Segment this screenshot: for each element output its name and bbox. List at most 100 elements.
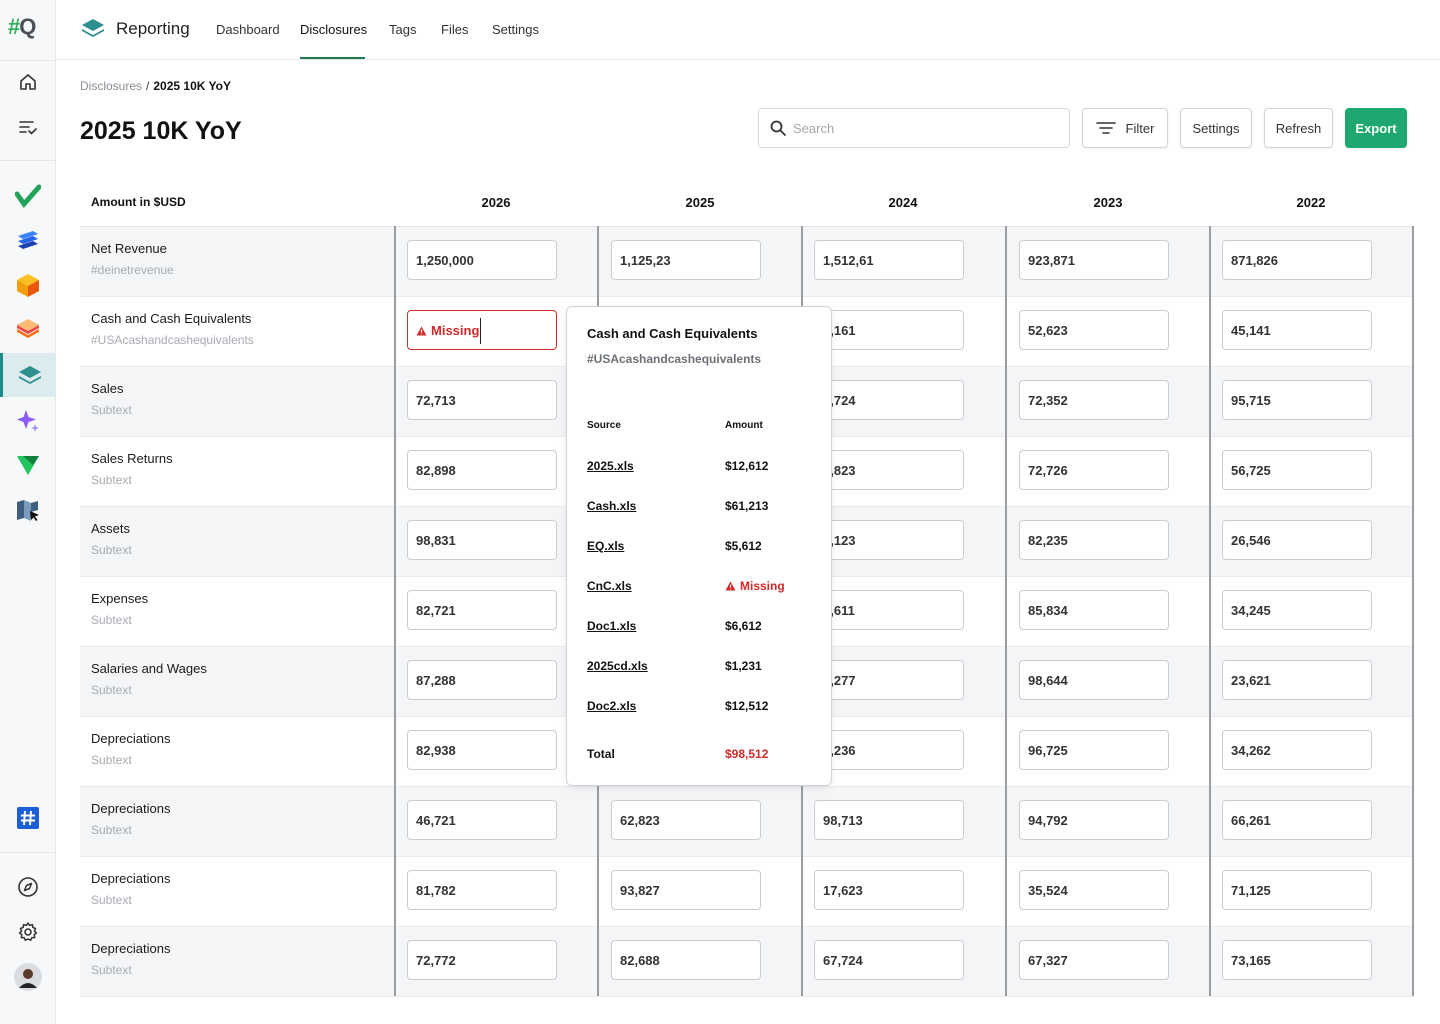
filter-button[interactable]: Filter (1082, 108, 1168, 148)
home-icon[interactable] (0, 60, 56, 104)
amount-cell[interactable]: 46,721 (407, 800, 557, 840)
breadcrumb: Disclosures/2025 10K YoY (80, 79, 231, 93)
source-amount: $1,231 (725, 659, 762, 673)
amount-cell[interactable]: 2,161 (814, 310, 964, 350)
amount-cell[interactable]: 7,123 (814, 520, 964, 560)
source-file-link[interactable]: CnC.xls (587, 579, 632, 593)
amount-cell[interactable]: 26,546 (1222, 520, 1372, 560)
amount-cell[interactable]: 95,715 (1222, 380, 1372, 420)
row-label: Depreciations (91, 731, 171, 746)
amount-cell[interactable]: 72,726 (1019, 450, 1169, 490)
amount-cell[interactable]: 1,125,23 (611, 240, 761, 280)
amount-cell[interactable]: 82,898 (407, 450, 557, 490)
amount-cell[interactable]: 94,792 (1019, 800, 1169, 840)
avatar[interactable] (0, 955, 56, 999)
breadcrumb-parent[interactable]: Disclosures (80, 79, 142, 93)
amount-cell[interactable]: 871,826 (1222, 240, 1372, 280)
source-popover: Cash and Cash Equivalents #USAcashandcas… (566, 306, 832, 786)
green-triangle-app-icon[interactable] (0, 443, 56, 487)
gear-icon[interactable] (0, 910, 56, 954)
stack-orange-app-icon[interactable] (0, 307, 56, 351)
amount-cell[interactable]: 1,250,000 (407, 240, 557, 280)
amount-cell[interactable]: 17,623 (814, 870, 964, 910)
amount-cell[interactable]: 52,623 (1019, 310, 1169, 350)
amount-cell[interactable]: 23,621 (1222, 660, 1372, 700)
amount-cell[interactable]: 34,245 (1222, 590, 1372, 630)
app-logo[interactable]: #Q (8, 14, 48, 44)
tab-files[interactable]: Files (441, 22, 468, 37)
amount-cell[interactable]: 98,644 (1019, 660, 1169, 700)
amount-cell[interactable]: 1,512,61 (814, 240, 964, 280)
source-file-link[interactable]: Cash.xls (587, 499, 636, 513)
amount-cell[interactable]: 93,827 (611, 870, 761, 910)
compass-icon[interactable] (0, 865, 56, 909)
row-label: Assets (91, 521, 131, 536)
column-divider (1209, 226, 1211, 996)
source-amount: $6,612 (725, 619, 762, 633)
amount-cell[interactable]: 62,823 (611, 800, 761, 840)
amount-cell[interactable]: 72,713 (407, 380, 557, 420)
amount-cell[interactable]: 34,262 (1222, 730, 1372, 770)
amount-cell[interactable]: 85,834 (1019, 590, 1169, 630)
amount-cell[interactable]: 82,688 (611, 940, 761, 980)
source-file-link[interactable]: Doc2.xls (587, 699, 636, 713)
search-input[interactable] (793, 120, 1053, 136)
amount-cell[interactable]: 67,724 (814, 940, 964, 980)
top-nav: Reporting Dashboard Disclosures Tags Fil… (56, 0, 1440, 60)
tab-settings[interactable]: Settings (492, 22, 539, 37)
amount-cell[interactable]: 1,611 (814, 590, 964, 630)
amount-cell[interactable]: 2,724 (814, 380, 964, 420)
amount-cell[interactable]: 98,831 (407, 520, 557, 560)
amount-cell[interactable]: 923,871 (1019, 240, 1169, 280)
amount-cell[interactable]: 82,235 (1019, 520, 1169, 560)
amount-cell[interactable]: 73,165 (1222, 940, 1372, 980)
missing-amount-cell[interactable]: Missing (407, 310, 557, 350)
amount-cell[interactable]: 87,288 (407, 660, 557, 700)
source-file-link[interactable]: Doc1.xls (587, 619, 636, 633)
source-file-link[interactable]: 2025cd.xls (587, 659, 648, 673)
total-label: Total (587, 747, 615, 761)
amount-cell[interactable]: 81,782 (407, 870, 557, 910)
cube-app-icon[interactable] (0, 263, 56, 307)
row-subtext: Subtext (91, 753, 132, 767)
amount-cell[interactable]: 7,277 (814, 660, 964, 700)
row-label: Depreciations (91, 871, 171, 886)
hashtag-app-icon[interactable] (0, 796, 56, 840)
row-label: Expenses (91, 591, 149, 606)
search-box[interactable] (758, 108, 1070, 148)
amount-cell[interactable]: 8,823 (814, 450, 964, 490)
amount-cell[interactable]: 82,721 (407, 590, 557, 630)
amount-cell[interactable]: 35,524 (1019, 870, 1169, 910)
export-button[interactable]: Export (1345, 108, 1407, 148)
amount-column-header: Amount (725, 420, 763, 431)
source-file-link[interactable]: EQ.xls (587, 539, 624, 553)
column-divider (1005, 226, 1007, 996)
amount-cell[interactable]: 45,141 (1222, 310, 1372, 350)
layers-blue-app-icon[interactable] (0, 218, 56, 262)
reporting-app-icon[interactable] (0, 353, 56, 397)
reporting-brand-icon (80, 17, 106, 44)
amount-cell[interactable]: 72,772 (407, 940, 557, 980)
tab-tags[interactable]: Tags (389, 22, 416, 37)
amount-cell[interactable]: 82,938 (407, 730, 557, 770)
amount-cell[interactable]: 72,352 (1019, 380, 1169, 420)
amount-cell[interactable]: 67,327 (1019, 940, 1169, 980)
refresh-button[interactable]: Refresh (1264, 108, 1333, 148)
task-list-icon[interactable] (0, 105, 56, 149)
amount-cell[interactable]: 71,125 (1222, 870, 1372, 910)
settings-button[interactable]: Settings (1180, 108, 1252, 148)
tab-disclosures[interactable]: Disclosures (300, 22, 367, 37)
check-app-icon[interactable] (0, 174, 56, 218)
tab-dashboard[interactable]: Dashboard (216, 22, 280, 37)
amount-cell[interactable]: 96,725 (1019, 730, 1169, 770)
amount-cell[interactable]: 5,236 (814, 730, 964, 770)
amount-cell[interactable]: 66,261 (1222, 800, 1372, 840)
amount-cell[interactable]: 98,713 (814, 800, 964, 840)
table-row: Depreciations Subtext 46,721 62,823 98,713 94… (80, 787, 1414, 857)
year-header: 2023 (1093, 195, 1123, 210)
source-file-link[interactable]: 2025.xls (587, 459, 634, 473)
amount-cell[interactable]: 56,725 (1222, 450, 1372, 490)
map-cursor-app-icon[interactable] (0, 488, 56, 532)
sparkle-app-icon[interactable] (0, 398, 56, 442)
breadcrumb-current: 2025 10K YoY (153, 79, 231, 93)
